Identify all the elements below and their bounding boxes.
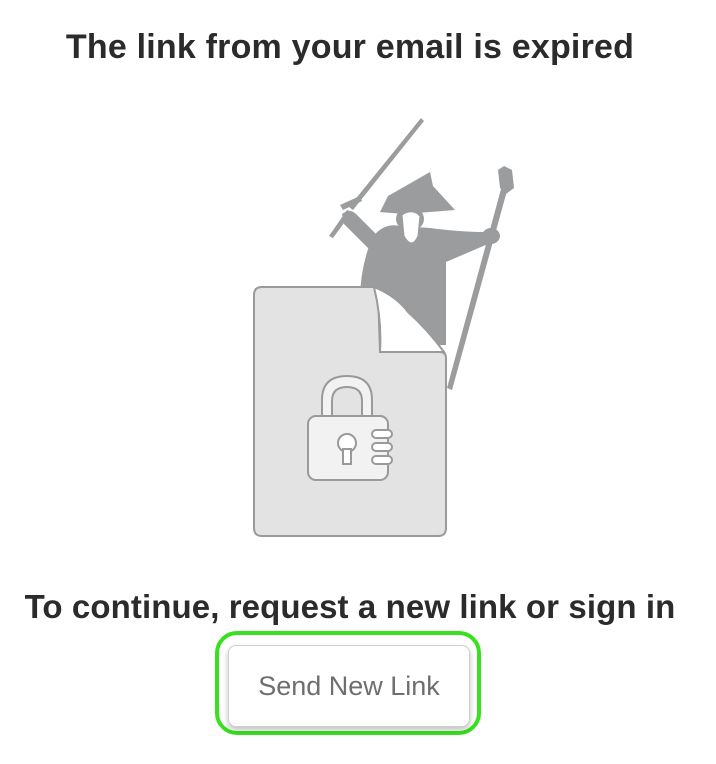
instruction-message: To continue, request a new link or sign … — [24, 588, 676, 625]
send-new-link-button[interactable]: Send New Link — [228, 645, 470, 727]
expired-link-illustration — [240, 110, 530, 550]
page-title: The link from your email is expired — [65, 28, 635, 66]
locked-document-icon — [253, 285, 447, 537]
